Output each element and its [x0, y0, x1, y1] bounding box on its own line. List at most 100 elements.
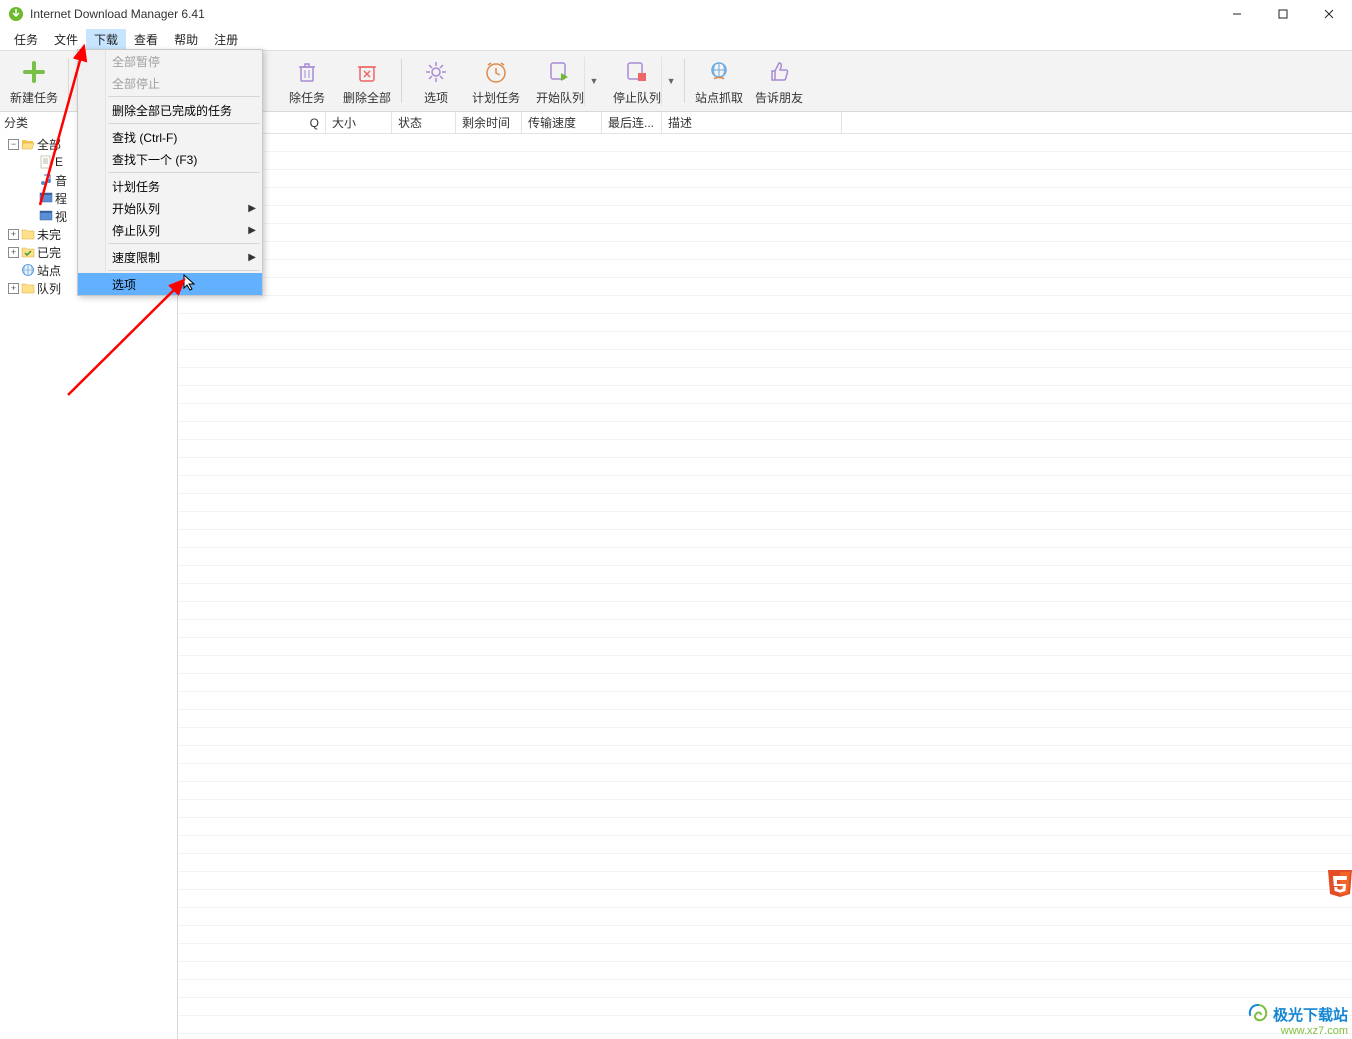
chevron-down-icon[interactable]: ▼: [666, 76, 676, 86]
column-header-desc[interactable]: 描述: [662, 112, 842, 133]
list-row: [178, 926, 1352, 944]
schedule-button[interactable]: 计划任务: [466, 52, 526, 110]
tree-item-label: E: [55, 155, 63, 169]
music-icon: [39, 173, 53, 187]
list-row: [178, 764, 1352, 782]
menu-item[interactable]: 查找 (Ctrl-F): [78, 126, 262, 148]
delete-task-button[interactable]: 除任务: [277, 52, 337, 110]
tree-item-label: 队列: [37, 280, 61, 297]
minimize-button[interactable]: [1214, 0, 1260, 28]
app-icon: [8, 6, 24, 22]
folder-open-icon: [21, 137, 35, 151]
menu-item-5[interactable]: 注册: [206, 29, 246, 50]
column-header-time_left[interactable]: 剩余时间: [456, 112, 522, 133]
queue-play-icon: [545, 57, 575, 87]
collapse-icon[interactable]: −: [8, 139, 19, 150]
menu-separator: [108, 172, 260, 173]
expand-icon[interactable]: +: [8, 283, 19, 294]
tree-item-label: 未完: [37, 226, 61, 243]
list-row: [178, 980, 1352, 998]
tree-item-label: 全部: [37, 136, 61, 153]
mouse-cursor-icon: [183, 274, 197, 292]
menu-item-4[interactable]: 帮助: [166, 29, 206, 50]
close-button[interactable]: [1306, 0, 1352, 28]
options-button[interactable]: 选项: [406, 52, 466, 110]
column-header-speed[interactable]: 传输速度: [522, 112, 602, 133]
folder-check-icon: [21, 245, 35, 259]
separator: [401, 59, 402, 103]
list-row: [178, 440, 1352, 458]
menu-item: 全部停止: [78, 72, 262, 94]
list-row: [178, 224, 1352, 242]
list-row: [178, 458, 1352, 476]
column-header-size[interactable]: 大小: [326, 112, 392, 133]
list-row: [178, 656, 1352, 674]
toolbar-label: 停止队列: [613, 89, 661, 106]
tell-friend-button[interactable]: 告诉朋友: [749, 52, 809, 110]
toolbar-label: 除任务: [289, 89, 325, 106]
column-header-status[interactable]: 状态: [392, 112, 456, 133]
list-row: [178, 548, 1352, 566]
list-header: Q大小状态剩余时间传输速度最后连...描述: [178, 112, 1352, 134]
list-row: [178, 782, 1352, 800]
list-row: [178, 476, 1352, 494]
menu-item[interactable]: 开始队列▶: [78, 197, 262, 219]
menu-item[interactable]: 停止队列▶: [78, 219, 262, 241]
list-row: [178, 602, 1352, 620]
tree-item-label: 视: [55, 208, 67, 225]
list-row: [178, 836, 1352, 854]
list-row: [178, 818, 1352, 836]
download-list: Q大小状态剩余时间传输速度最后连...描述: [178, 112, 1352, 1039]
separator: [68, 59, 69, 103]
list-row: [178, 1016, 1352, 1034]
toolbar-label: 开始队列: [536, 89, 584, 106]
start-queue-button[interactable]: 开始队列 ▼: [526, 52, 603, 110]
menu-item: 全部暂停: [78, 50, 262, 72]
tree-item-label: 音: [55, 172, 67, 189]
clock-icon: [481, 57, 511, 87]
menu-item-1[interactable]: 文件: [46, 29, 86, 50]
chevron-down-icon[interactable]: ▼: [589, 76, 599, 86]
new-task-button[interactable]: 新建任务: [4, 52, 64, 110]
list-row: [178, 800, 1352, 818]
window-title: Internet Download Manager 6.41: [30, 7, 205, 21]
titlebar: Internet Download Manager 6.41: [0, 0, 1352, 28]
menu-item[interactable]: 速度限制▶: [78, 246, 262, 268]
list-row: [178, 314, 1352, 332]
toolbar-label: 计划任务: [472, 89, 520, 106]
menu-item-3[interactable]: 查看: [126, 29, 166, 50]
menu-item[interactable]: 查找下一个 (F3): [78, 148, 262, 170]
menu-item-0[interactable]: 任务: [6, 29, 46, 50]
list-row: [178, 134, 1352, 152]
watermark-brand: 极光下载站: [1273, 1004, 1348, 1025]
expand-icon[interactable]: +: [8, 229, 19, 240]
menu-item[interactable]: 选项: [78, 273, 262, 295]
list-row: [178, 908, 1352, 926]
download-menu-dropdown: 全部暂停全部停止删除全部已完成的任务查找 (Ctrl-F)查找下一个 (F3) 计…: [77, 49, 263, 296]
delete-all-button[interactable]: 删除全部: [337, 52, 397, 110]
tree-item-label: 已完: [37, 244, 61, 261]
menu-item[interactable]: 计划任务: [78, 175, 262, 197]
column-header-last[interactable]: 最后连...: [602, 112, 662, 133]
chevron-right-icon: ▶: [248, 252, 256, 263]
menu-item-2[interactable]: 下载: [86, 29, 126, 50]
toolbar-label: 告诉朋友: [755, 89, 803, 106]
trash-x-icon: [352, 57, 382, 87]
list-row: [178, 350, 1352, 368]
menubar: 任务文件下载查看帮助注册: [0, 28, 1352, 50]
list-row: [178, 278, 1352, 296]
menu-separator: [108, 243, 260, 244]
stop-queue-button[interactable]: 停止队列 ▼: [603, 52, 680, 110]
list-row: [178, 404, 1352, 422]
tree-item-label: 站点: [37, 262, 61, 279]
maximize-button[interactable]: [1260, 0, 1306, 28]
menu-item[interactable]: 删除全部已完成的任务: [78, 99, 262, 121]
list-body: [178, 134, 1352, 1039]
plus-icon: [19, 57, 49, 87]
expand-icon[interactable]: +: [8, 247, 19, 258]
list-row: [178, 998, 1352, 1016]
list-row: [178, 332, 1352, 350]
folder-icon: [21, 281, 35, 295]
list-row: [178, 242, 1352, 260]
site-grabber-button[interactable]: 站点抓取: [689, 52, 749, 110]
